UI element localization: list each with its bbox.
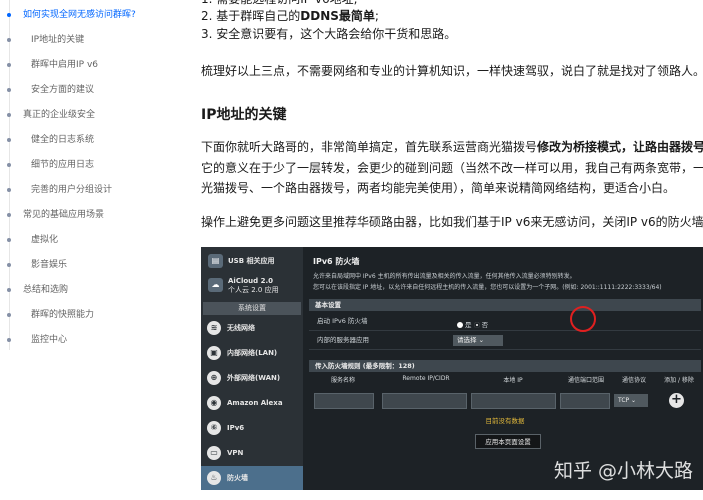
usb-app-card: ▤ USB 相关应用 — [204, 249, 300, 275]
column-header: 通信端口范围 — [567, 377, 604, 384]
paragraph-line: 它的意义在于少了一层转发，会更少的碰到问题（当然不改一样可以用，我自己有两条宽带… — [201, 161, 703, 175]
paragraph-line: 操作上避免更多问题这里推荐华硕路由器，比如我们基于IP v6来无感访问，关闭IP… — [201, 215, 703, 229]
router-description: 允许来自局域网中 IPv6 主机的所有传出流量及相关的传入流量，任何其他传入流量… — [313, 273, 662, 291]
toc-bullet-icon — [7, 213, 11, 217]
router-nav-label: 外部网络(WAN) — [227, 374, 281, 382]
router-nav-label: IPv6 — [227, 424, 245, 432]
inbound-rules-header: 传入防火墙规则 (最多限制：128) — [309, 360, 701, 372]
router-sidebar: ▤ USB 相关应用 ☁ AiCloud 2.0 个人云 2.0 应用 系统设置 … — [201, 247, 303, 490]
toc-bullet-icon — [7, 188, 11, 192]
remote-ip-input[interactable] — [382, 393, 467, 409]
toc-item-label: 细节的应用日志 — [31, 160, 95, 170]
basic-settings-header: 基本设置 — [309, 299, 701, 311]
toc-bullet-icon — [7, 338, 11, 342]
service-name-input[interactable] — [314, 393, 374, 409]
toc-item-label: 如何实现全网无感访问群晖? — [23, 10, 136, 20]
toc-bullet-icon — [7, 138, 11, 142]
add-rule-icon[interactable]: + — [669, 393, 684, 408]
nav-icon: ◉ — [207, 396, 221, 410]
toc-item-label: 真正的企业级安全 — [23, 110, 96, 120]
section-heading: IP地址的关键 — [201, 107, 287, 123]
router-nav-item[interactable]: ◉ Amazon Alexa — [201, 391, 303, 415]
nav-icon: ▭ — [207, 446, 221, 460]
toc-bullet-icon — [7, 38, 11, 42]
toc-item-label: 完善的用户分组设计 — [31, 185, 113, 195]
toc-bullet-icon — [7, 238, 11, 242]
enable-firewall-row: 启动 IPv6 防火墙 是 否 — [309, 313, 701, 331]
toc-item-label: 群晖的快照能力 — [31, 310, 95, 320]
server-app-row: 内部的服务器应用 请选择 ⌄ — [309, 332, 701, 350]
cloud-icon: ☁ — [208, 278, 223, 292]
list-item-2: 2. 基于群晖自己的DDNS最简单; — [201, 9, 379, 23]
toc-bullet-icon — [7, 313, 11, 317]
router-nav-item[interactable]: ▣ 内部网络(LAN) — [201, 341, 303, 365]
router-nav-label: 无线网络 — [227, 324, 255, 332]
toc-bullet-icon — [7, 88, 11, 92]
toc-bullet-icon — [7, 113, 11, 117]
column-header: Remote IP/CIDR — [402, 375, 450, 382]
toc-item-label: 健全的日志系统 — [31, 135, 95, 145]
list-item-3: 3. 安全意识要有，这个大路会给你干货和思路。 — [201, 27, 457, 41]
highlight-circle — [570, 306, 596, 332]
toc-item-label: 虚拟化 — [31, 235, 59, 245]
no-data-message: 目前没有数据 — [485, 417, 525, 425]
toc-item-label: 群晖中启用IP v6 — [31, 60, 98, 70]
nav-icon: ▣ — [207, 346, 221, 360]
usb-icon: ▤ — [208, 254, 223, 268]
radio-no[interactable] — [473, 322, 480, 328]
nav-icon: ♨ — [207, 471, 221, 485]
table-of-contents: 如何实现全网无感访问群晖? IP地址的关键群晖中启用IP v6 安全方面的建议真正的… — [0, 0, 195, 500]
toc-rail — [9, 0, 10, 350]
nav-icon: ≋ — [207, 321, 221, 335]
toc-item-label: 安全方面的建议 — [31, 85, 95, 95]
toc-bullet-icon — [7, 263, 11, 267]
router-page-title: IPv6 防火墙 — [313, 257, 360, 266]
watermark: 知乎 @小林大路 — [554, 460, 694, 482]
toc-item-label: 监控中心 — [31, 335, 68, 345]
toc-item-label: 总结和选购 — [23, 285, 69, 295]
column-header: 添加 / 移除 — [664, 377, 694, 384]
apply-settings-button[interactable]: 应用本页面设置 — [475, 434, 541, 449]
column-header: 本地 IP — [503, 377, 523, 384]
paragraph-line: 下面你就听大路哥的，非常简单搞定，首先联系运营商光猫拨号修改为桥接模式，让路由器… — [201, 140, 703, 154]
aicloud-card: ☁ AiCloud 2.0 个人云 2.0 应用 — [204, 273, 300, 299]
nav-icon: ⑥ — [207, 421, 221, 435]
router-nav-item[interactable]: ▭ VPN — [201, 441, 303, 465]
protocol-select[interactable]: TCP ⌄ — [614, 394, 648, 407]
port-range-input[interactable] — [560, 393, 610, 409]
nav-icon: ⊕ — [207, 371, 221, 385]
column-header: 通信协议 — [621, 377, 646, 384]
router-nav-label: 内部网络(LAN) — [227, 349, 278, 357]
router-main: IPv6 防火墙 允许来自局域网中 IPv6 主机的所有传出流量及相关的传入流量… — [307, 247, 703, 490]
local-ip-input[interactable] — [471, 393, 556, 409]
toc-bullet-icon — [7, 13, 11, 17]
router-nav-label: Amazon Alexa — [227, 399, 283, 407]
toc-item-label: IP地址的关键 — [31, 35, 85, 45]
router-nav-item[interactable]: ⑥ IPv6 — [201, 416, 303, 440]
router-nav-item[interactable]: ♨ 防火墙 — [201, 466, 303, 490]
router-nav-label: 防火墙 — [227, 474, 248, 482]
summary-paragraph: 梳理好以上三点，不需要网络和专业的计算机知识，一样快速驾驭，说白了就是找对了领路… — [201, 64, 703, 78]
server-app-select[interactable]: 请选择 ⌄ — [453, 335, 503, 346]
toc-bullet-icon — [7, 163, 11, 167]
toc-bullet-icon — [7, 288, 11, 292]
column-header: 服务名称 — [330, 377, 355, 384]
router-nav-item[interactable]: ⊕ 外部网络(WAN) — [201, 366, 303, 390]
toc-item-label: 影音娱乐 — [31, 260, 68, 270]
router-nav-label: VPN — [227, 449, 244, 457]
router-nav-item[interactable]: ≋ 无线网络 — [201, 316, 303, 340]
toc-item-label: 常见的基础应用场景 — [23, 210, 105, 220]
radio-yes[interactable] — [457, 322, 463, 328]
toc-bullet-icon — [7, 63, 11, 67]
paragraph-line: 光猫拨号、一个路由器拨号，两者均能完美使用），简单来说精简网络结构，更适合小白。 — [201, 181, 676, 195]
system-settings-label: 系统设置 — [203, 302, 301, 315]
router-screenshot: ▤ USB 相关应用 ☁ AiCloud 2.0 个人云 2.0 应用 系统设置 … — [201, 247, 703, 490]
